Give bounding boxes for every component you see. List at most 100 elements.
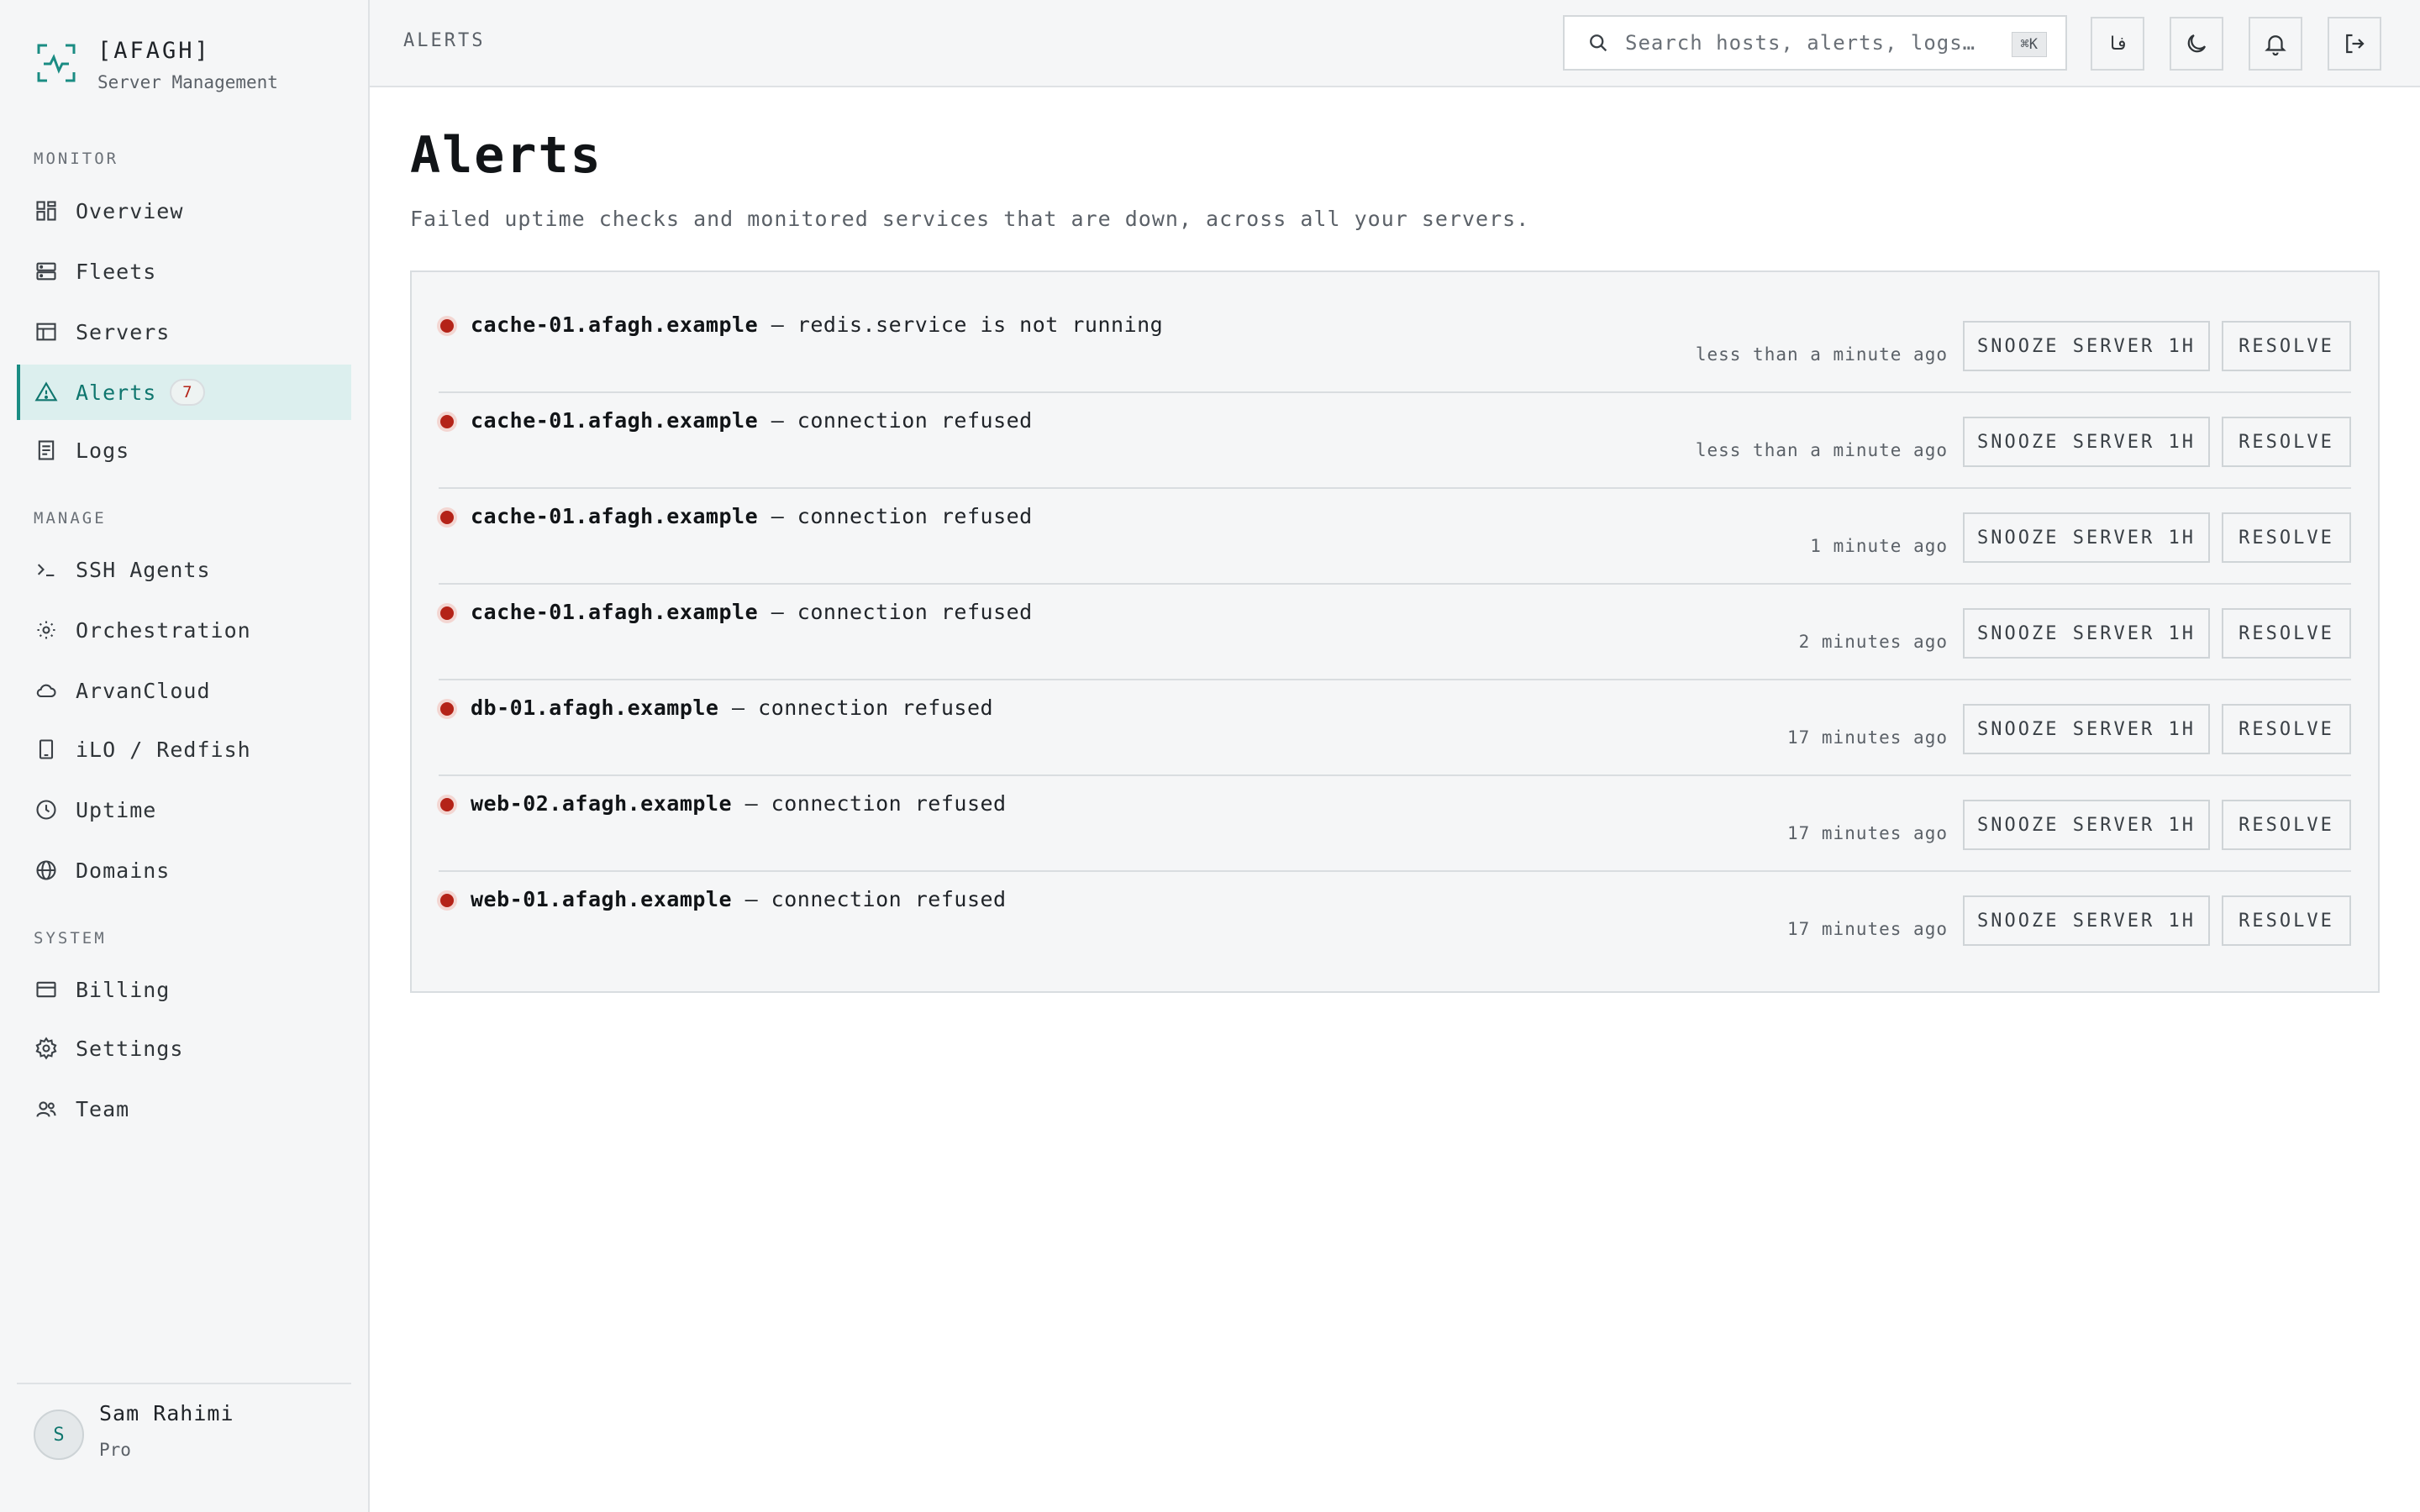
bell-icon [2265, 35, 2286, 56]
alert-item: cache-01.afagh.example — connection refu… [439, 393, 2351, 489]
sidebar-item-label: Logs [76, 438, 130, 463]
gear-icon [34, 1036, 59, 1061]
sidebar-item-label: SSH Agents [76, 557, 211, 582]
alert-message: — connection refused [732, 887, 1007, 911]
snooze-server-button[interactable]: SNOOZE SERVER 1H [1963, 800, 2210, 850]
language-toggle-button[interactable]: فا [2091, 17, 2144, 71]
nav-section-manage: MANAGE [34, 509, 107, 528]
terminal-icon [34, 557, 59, 582]
sidebar: [AFAGH] Server Management MONITOR Overvi… [0, 0, 370, 1512]
alert-host[interactable]: cache-01.afagh.example [471, 504, 758, 528]
alert-status-dot [440, 415, 454, 428]
snooze-server-button[interactable]: SNOOZE SERVER 1H [1963, 895, 2210, 946]
sidebar-item-label: Uptime [76, 797, 157, 822]
alert-title: db-01.afagh.example — connection refused [471, 696, 993, 720]
user-divider [17, 1383, 351, 1384]
brand-subtitle: Server Management [97, 72, 278, 92]
brand-name: [AFAGH] [97, 38, 211, 64]
resolve-button[interactable]: RESOLVE [2222, 895, 2351, 946]
alert-time: 1 minute ago [1810, 536, 1948, 556]
logout-button[interactable] [2328, 17, 2381, 71]
sidebar-item-team[interactable]: Team [17, 1081, 351, 1137]
sidebar-item-orchestration[interactable]: Orchestration [17, 602, 351, 658]
sidebar-item-overview[interactable]: Overview [17, 183, 351, 239]
alerts-list: cache-01.afagh.example — redis.service i… [410, 270, 2380, 993]
alert-host[interactable]: cache-01.afagh.example [471, 600, 758, 624]
snooze-server-button[interactable]: SNOOZE SERVER 1H [1963, 704, 2210, 754]
page-title: Alerts [410, 126, 602, 185]
resolve-button[interactable]: RESOLVE [2222, 608, 2351, 659]
sidebar-item-ssh-agents[interactable]: SSH Agents [17, 542, 351, 597]
pulse-logo-icon [37, 44, 76, 82]
alert-host[interactable]: cache-01.afagh.example [471, 408, 758, 433]
sidebar-item-billing[interactable]: Billing [17, 962, 351, 1017]
alert-title: cache-01.afagh.example — connection refu… [471, 600, 1033, 624]
sidebar-item-label: Fleets [76, 259, 157, 284]
sidebar-item-alerts[interactable]: Alerts 7 [17, 365, 351, 420]
sidebar-item-label: Domains [76, 858, 171, 883]
nav-section-system: SYSTEM [34, 929, 107, 948]
resolve-button[interactable]: RESOLVE [2222, 800, 2351, 850]
sidebar-item-label: iLO / Redfish [76, 737, 251, 762]
grid-icon [34, 198, 59, 223]
alert-host[interactable]: web-01.afagh.example [471, 887, 732, 911]
document-icon [34, 438, 59, 463]
globe-icon [34, 858, 59, 883]
search-box[interactable]: ⌘K [1563, 15, 2067, 71]
alert-time: 2 minutes ago [1798, 632, 1948, 652]
snooze-server-button[interactable]: SNOOZE SERVER 1H [1963, 608, 2210, 659]
sidebar-item-settings[interactable]: Settings [17, 1021, 351, 1076]
alert-title: cache-01.afagh.example — redis.service i… [471, 312, 1163, 337]
brand[interactable]: [AFAGH] Server Management [37, 37, 278, 94]
user-name[interactable]: Sam Rahimi [99, 1401, 234, 1425]
resolve-button[interactable]: RESOLVE [2222, 512, 2351, 563]
alert-host[interactable]: cache-01.afagh.example [471, 312, 758, 337]
alert-status-dot [440, 702, 454, 716]
sidebar-item-label: Settings [76, 1036, 184, 1061]
sidebar-item-label: Overview [76, 198, 184, 223]
snooze-server-button[interactable]: SNOOZE SERVER 1H [1963, 417, 2210, 467]
snooze-server-button[interactable]: SNOOZE SERVER 1H [1963, 321, 2210, 371]
alert-message: — connection refused [758, 408, 1033, 433]
sidebar-item-uptime[interactable]: Uptime [17, 782, 351, 837]
alert-host[interactable]: web-02.afagh.example [471, 791, 732, 816]
alert-message: — redis.service is not running [758, 312, 1164, 337]
breadcrumb: ALERTS [403, 30, 486, 51]
sidebar-item-label: ArvanCloud [76, 678, 211, 703]
sidebar-item-domains[interactable]: Domains [17, 843, 351, 898]
alert-title: web-02.afagh.example — connection refuse… [471, 791, 1007, 816]
sidebar-item-fleets[interactable]: Fleets [17, 244, 351, 299]
alert-item: cache-01.afagh.example — redis.service i… [439, 297, 2351, 393]
resolve-button[interactable]: RESOLVE [2222, 417, 2351, 467]
resolve-button[interactable]: RESOLVE [2222, 704, 2351, 754]
resolve-button[interactable]: RESOLVE [2222, 321, 2351, 371]
sidebar-item-servers[interactable]: Servers [17, 304, 351, 360]
sidebar-item-logs[interactable]: Logs [17, 423, 351, 478]
alert-item: web-01.afagh.example — connection refuse… [439, 872, 2351, 968]
alert-message: — connection refused [758, 600, 1033, 624]
sidebar-item-label: Servers [76, 319, 171, 344]
alert-title: web-01.afagh.example — connection refuse… [471, 887, 1007, 911]
alert-host[interactable]: db-01.afagh.example [471, 696, 718, 720]
alert-message: — connection refused [718, 696, 994, 720]
alert-time: less than a minute ago [1695, 440, 1948, 460]
alert-time: 17 minutes ago [1786, 727, 1948, 748]
notifications-button[interactable] [2249, 17, 2302, 71]
alert-message: — connection refused [732, 791, 1007, 816]
warning-triangle-icon [34, 380, 59, 405]
alert-status-dot [440, 798, 454, 811]
alert-item: cache-01.afagh.example — connection refu… [439, 585, 2351, 680]
theme-moon-icon [2187, 34, 2207, 53]
avatar[interactable]: S [34, 1410, 84, 1460]
credit-card-icon [34, 977, 59, 1002]
user-plan: Pro [99, 1440, 131, 1460]
table-icon [34, 319, 59, 344]
sidebar-item-arvancloud[interactable]: ArvanCloud [17, 663, 351, 718]
sidebar-item-ilo-redfish[interactable]: iLO / Redfish [17, 722, 351, 777]
alert-status-dot [440, 319, 454, 333]
search-input[interactable] [1625, 31, 1995, 55]
sidebar-item-label: Orchestration [76, 617, 251, 643]
snooze-server-button[interactable]: SNOOZE SERVER 1H [1963, 512, 2210, 563]
language-toggle-label: فا [2106, 33, 2129, 55]
theme-toggle-button[interactable] [2170, 17, 2223, 71]
